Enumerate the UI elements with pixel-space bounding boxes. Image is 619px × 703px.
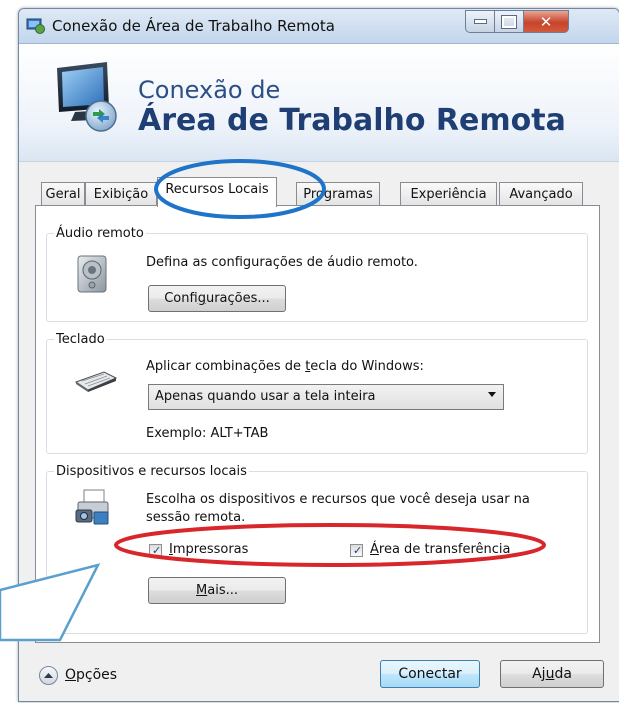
clipboard-label-rest: rea de transferência	[378, 542, 511, 557]
close-button[interactable]: ✕	[524, 10, 569, 33]
tab-panel-recursos-locais: Áudio remoto Defina as configurações de …	[35, 205, 600, 643]
clipboard-label[interactable]: Área de transferência	[370, 542, 510, 557]
options-label-key: O	[65, 667, 77, 683]
keyboard-example: Exemplo: ALT+TAB	[146, 426, 269, 441]
connect-button[interactable]: Conectar	[380, 660, 480, 688]
keyboard-select-value: Apenas quando usar a tela inteira	[155, 389, 376, 404]
clipboard-checkbox[interactable]: ✓	[350, 544, 363, 557]
keyboard-icon	[74, 370, 118, 392]
tab-experiencia[interactable]: Experiência	[400, 182, 497, 205]
chevron-up-icon	[44, 673, 53, 678]
printers-label-rest: mpressoras	[172, 542, 249, 557]
options-toggle-button[interactable]	[39, 666, 58, 685]
clipboard-label-key: Á	[370, 542, 379, 557]
group-label-audio: Áudio remoto	[56, 226, 144, 241]
printers-checkbox[interactable]: ✓	[149, 544, 162, 557]
keyboard-desc-pre: Aplicar combinações de	[146, 359, 306, 374]
maximize-icon	[501, 14, 517, 29]
group-audio-remoto: Áudio remoto	[46, 226, 588, 322]
minimize-button[interactable]	[465, 10, 495, 33]
keyboard-desc-post: ecla do Windows:	[310, 359, 424, 374]
devices-description-line2: sessão remota.	[146, 510, 246, 525]
audio-settings-label-post: urações...	[205, 291, 270, 306]
audio-settings-label-key: g	[197, 291, 206, 306]
keyboard-description: Aplicar combinações de tecla do Windows:	[146, 359, 424, 374]
more-button[interactable]: Mais...	[148, 577, 286, 604]
help-button[interactable]: Ajuda	[500, 660, 604, 688]
banner-title-line1: Conexão de	[138, 76, 281, 104]
remote-desktop-app-icon	[26, 18, 46, 34]
group-label-teclado: Teclado	[56, 332, 105, 347]
audio-description: Defina as configurações de áudio remoto.	[146, 255, 418, 270]
tab-avancado[interactable]: Avançado	[499, 182, 583, 205]
devices-icon	[74, 488, 112, 528]
header-banner: Conexão de Área de Trabalho Remota	[19, 44, 619, 162]
printers-label[interactable]: Impressoras	[169, 542, 248, 557]
minimize-icon	[473, 19, 487, 24]
maximize-button[interactable]	[495, 10, 524, 33]
audio-settings-button[interactable]: Configurações...	[148, 285, 286, 312]
audio-settings-label-pre: Confi	[164, 291, 198, 306]
tab-geral[interactable]: Geral	[41, 182, 85, 205]
checkmark-icon: ✓	[353, 544, 363, 557]
banner-title-line2: Área de Trabalho Remota	[138, 103, 566, 138]
tab-programas[interactable]: Programas	[296, 182, 380, 205]
tab-recursos-locais[interactable]: Recursos Locais	[157, 177, 277, 207]
remote-desktop-logo-icon	[53, 62, 123, 134]
title-bar[interactable]: Conexão de Área de Trabalho Remota ✕	[19, 9, 619, 44]
caption-buttons: ✕	[465, 10, 569, 33]
more-label-rest: ais...	[207, 583, 238, 598]
help-label-post: da	[554, 666, 572, 682]
more-label-key: M	[196, 583, 208, 598]
options-label-rest: pções	[76, 667, 118, 683]
tab-exibicao[interactable]: Exibição	[85, 182, 157, 205]
close-icon: ✕	[539, 12, 553, 31]
remote-desktop-window: Conexão de Área de Trabalho Remota ✕ Con…	[18, 8, 619, 702]
devices-description-line1: Escolha os dispositivos e recursos que v…	[146, 492, 530, 507]
group-label-dispositivos: Dispositivos e recursos locais	[56, 464, 247, 479]
window-title: Conexão de Área de Trabalho Remota	[52, 17, 335, 35]
options-link[interactable]: Opções	[65, 667, 117, 683]
checkmark-icon: ✓	[152, 544, 162, 557]
chevron-down-icon	[488, 392, 496, 397]
keyboard-combinations-select[interactable]: Apenas quando usar a tela inteira	[148, 384, 504, 410]
speaker-icon	[74, 254, 110, 294]
help-label-pre: Aj	[532, 666, 546, 682]
